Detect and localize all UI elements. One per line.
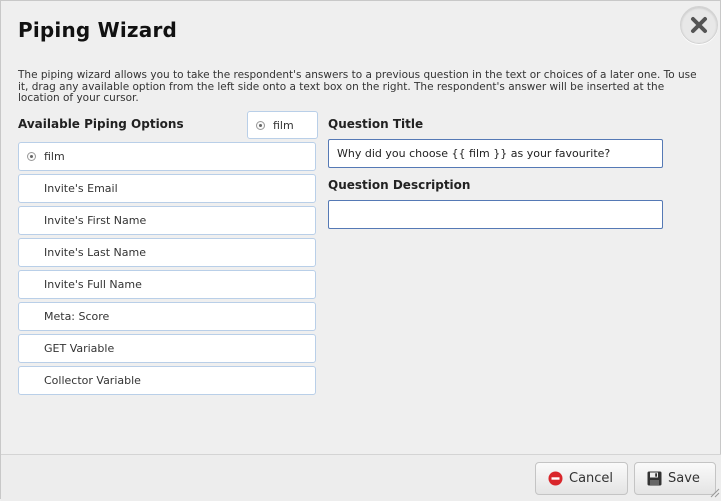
piping-option-meta-score[interactable]: Meta: Score <box>18 302 316 331</box>
question-title-label: Question Title <box>328 117 424 131</box>
dialog-description: The piping wizard allows you to take the… <box>18 69 697 104</box>
piping-option-invite-first-name[interactable]: Invite's First Name <box>18 206 316 235</box>
piping-option-get-variable[interactable]: GET Variable <box>18 334 316 363</box>
piping-option-invite-last-name[interactable]: Invite's Last Name <box>18 238 316 267</box>
save-label: Save <box>668 471 700 486</box>
piping-wizard-dialog: Piping Wizard The piping wizard allows y… <box>0 0 721 501</box>
cancel-button[interactable]: Cancel <box>535 462 628 495</box>
piping-option-label: film <box>44 150 65 163</box>
available-options-heading: Available Piping Options <box>18 117 184 131</box>
question-title-input[interactable]: Why did you choose {{ film }} as your fa… <box>328 139 663 168</box>
piping-option-label: Meta: Score <box>44 310 110 323</box>
piping-option-label: Invite's Full Name <box>44 278 142 291</box>
piping-option-label: Collector Variable <box>44 374 141 387</box>
save-button[interactable]: Save <box>634 462 716 495</box>
piping-option-label: GET Variable <box>44 342 115 355</box>
close-x-icon <box>691 17 707 33</box>
piping-option-collector-variable[interactable]: Collector Variable <box>18 366 316 395</box>
close-button[interactable] <box>680 6 718 44</box>
piping-option-label: Invite's First Name <box>44 214 147 227</box>
piping-option-label: Invite's Email <box>44 182 118 195</box>
radio-icon <box>256 120 265 130</box>
piping-option-film[interactable]: film <box>18 142 316 171</box>
dragging-chip-label: film <box>273 118 294 132</box>
piping-option-label: Invite's Last Name <box>44 246 146 259</box>
piping-option-invite-email[interactable]: Invite's Email <box>18 174 316 203</box>
dialog-title: Piping Wizard <box>18 18 178 42</box>
cancel-label: Cancel <box>569 471 614 486</box>
piping-option-invite-full-name[interactable]: Invite's Full Name <box>18 270 316 299</box>
question-description-label: Question Description <box>328 178 471 192</box>
floppy-disk-icon <box>647 471 662 486</box>
resize-handle-icon[interactable] <box>708 486 720 498</box>
question-description-input[interactable] <box>328 200 663 229</box>
cancel-icon <box>548 471 563 486</box>
dragging-option-chip[interactable]: film <box>247 111 318 139</box>
radio-icon <box>27 152 36 161</box>
